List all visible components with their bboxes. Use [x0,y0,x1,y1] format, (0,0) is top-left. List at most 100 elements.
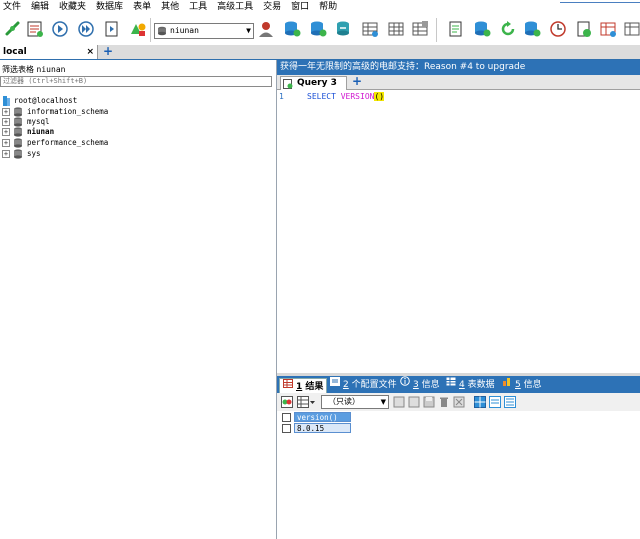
tab-number: 2 [343,380,349,390]
menu-favorites[interactable]: 收藏夹 [54,0,91,15]
sql-keyword: SELECT [307,92,336,101]
tree-root[interactable]: root@localhost [0,96,276,106]
tree-item-niunan[interactable]: + niunan [0,127,276,137]
tab-profiles[interactable]: 2 个配置文件 [327,376,397,393]
chevron-down-icon: ▼ [246,26,251,35]
tab-label: Query 3 [297,78,337,88]
insert-row-icon[interactable] [392,395,405,408]
menu-help[interactable]: 帮助 [314,0,342,15]
column-header[interactable]: version() [294,412,351,422]
refresh-icon[interactable] [498,19,518,39]
main-toolbar: niunan ▼ [0,15,640,45]
window-edge [560,0,640,3]
create-database-icon[interactable] [282,19,302,39]
duplicate-row-icon[interactable] [407,395,420,408]
menu-edit[interactable]: 编辑 [26,0,54,15]
expand-icon[interactable]: + [2,139,10,147]
menu-tools[interactable]: 工具 [184,0,212,15]
create-table-icon[interactable] [308,19,328,39]
new-query-tab-button[interactable]: + [352,75,362,88]
tab-query-3[interactable]: Query 3 [280,76,347,90]
sql-editor[interactable]: 1 SELECT VERSION() [277,90,640,373]
tab-label: 表数据 [467,380,495,390]
readonly-select[interactable]: （只读） ▼ [321,395,389,409]
menu-window[interactable]: 窗口 [286,0,314,15]
restore-icon[interactable] [472,19,492,39]
tab-number: 5 [515,380,521,390]
tab-label: 个配置文件 [351,380,397,390]
expand-icon[interactable]: + [2,108,10,116]
manage-relations-icon[interactable] [386,19,406,39]
tree-item-sys[interactable]: + sys [0,149,276,159]
new-query-icon[interactable] [25,19,45,39]
query-tab-bar: Query 3 + [277,75,640,90]
tree-item-label: sys [27,149,41,158]
import-icon[interactable] [522,19,542,39]
save-icon[interactable] [422,395,435,408]
tab-result[interactable]: 1 结果 [279,378,327,394]
new-connection-icon[interactable] [3,19,23,39]
menu-file[interactable]: 文件 [0,0,26,15]
export-dropdown-icon[interactable] [296,395,316,408]
tab-messages[interactable]: 3 信息 [397,376,440,393]
text-view-icon[interactable] [503,395,516,408]
expand-icon[interactable]: + [2,118,10,126]
toolbar-separator [436,18,437,42]
manage-index-icon[interactable] [360,19,380,39]
tab-table-data[interactable]: 4 表数据 [443,376,495,393]
tree-item-performance-schema[interactable]: + performance_schema [0,138,276,148]
form-view-icon[interactable] [488,395,501,408]
scheduled-task-icon[interactable] [548,19,568,39]
info-chart-icon [502,376,512,393]
menu-other[interactable]: 其他 [156,0,184,15]
execute-edit-icon[interactable] [102,19,122,39]
tab-info[interactable]: 5 信息 [499,376,542,393]
table-cell[interactable]: 8.0.15 [294,423,351,433]
row-checkbox[interactable] [282,424,291,433]
close-icon[interactable]: × [86,45,94,59]
menu-transaction[interactable]: 交易 [258,0,286,15]
database-select-value: niunan [170,26,199,35]
result-mode-icon[interactable] [280,395,293,408]
upgrade-banner[interactable]: 获得一年无限制的高级的电邮支持：Reason #4 to upgrade [277,60,640,75]
check-table-icon[interactable] [410,19,430,39]
connection-tab-bar: local × + [0,45,640,60]
result-toolbar: （只读） ▼ [277,393,640,412]
connection-tab-local[interactable]: local × [0,45,98,59]
cancel-icon[interactable] [452,395,465,408]
create-trigger-icon[interactable] [598,19,618,39]
tree-root-label: root@localhost [14,96,78,105]
menu-advanced-tools[interactable]: 高级工具 [212,0,258,15]
tree-item-mysql[interactable]: + mysql [0,117,276,127]
database-icon [13,149,23,162]
new-connection-tab-button[interactable]: + [103,45,113,58]
schema-designer-icon[interactable] [128,19,148,39]
chevron-down-icon: ▼ [380,398,386,406]
sql-code[interactable]: SELECT VERSION() [307,92,385,101]
grid-view-icon[interactable] [473,395,486,408]
filter-input[interactable] [0,76,272,87]
create-view-icon[interactable] [574,19,594,39]
tab-label: 结果 [305,382,324,392]
expand-icon[interactable]: + [2,128,10,136]
expand-icon[interactable]: + [2,150,10,158]
database-icon [157,26,167,41]
filter-label-text: 筛选表格 [2,65,34,74]
info-icon [400,376,410,393]
execute-icon[interactable] [50,19,70,39]
backup-icon[interactable] [446,19,466,39]
tree-item-label: niunan [27,127,55,136]
user-manager-icon[interactable] [256,19,276,39]
database-select[interactable]: niunan ▼ [154,23,254,39]
upgrade-banner-text: 获得一年无限制的高级的电邮支持：Reason #4 to upgrade [280,62,526,72]
menu-table[interactable]: 表单 [128,0,156,15]
delete-icon[interactable] [437,395,450,408]
select-all-checkbox[interactable] [282,413,291,422]
execute-all-icon[interactable] [76,19,96,39]
tree-item-information-schema[interactable]: + information_schema [0,107,276,117]
menu-database[interactable]: 数据库 [91,0,128,15]
table-icon [446,376,456,393]
alter-table-icon[interactable] [334,19,354,39]
filter-db-name: niunan [36,65,66,74]
more-icon[interactable] [622,19,640,39]
